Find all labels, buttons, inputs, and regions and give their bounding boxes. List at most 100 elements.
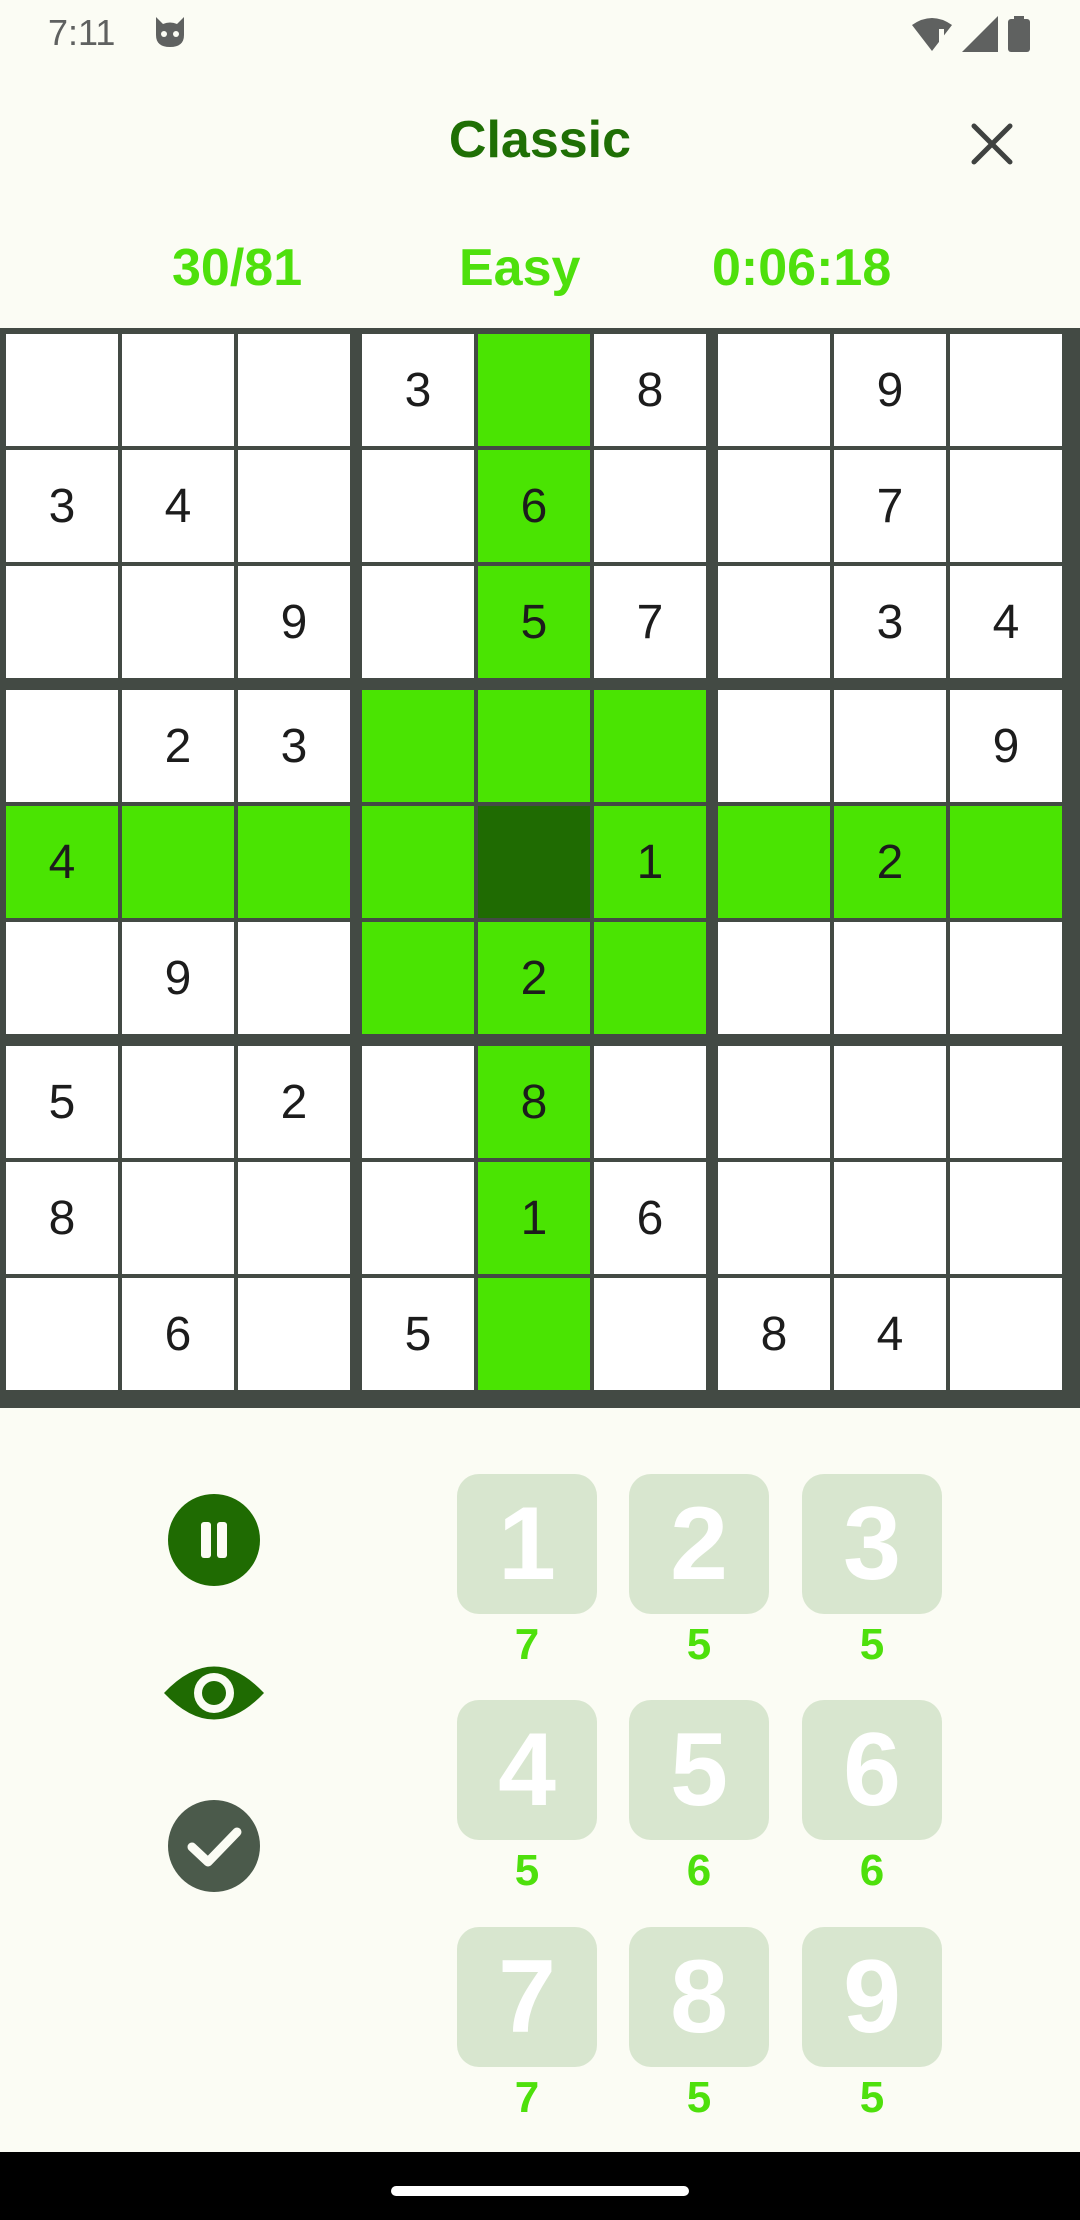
sudoku-cell[interactable]	[718, 1046, 830, 1158]
sudoku-cell[interactable]: 1	[478, 1162, 590, 1274]
sudoku-cell[interactable]	[594, 1278, 706, 1390]
sudoku-cell[interactable]	[122, 1046, 234, 1158]
sudoku-cell[interactable]	[478, 690, 590, 802]
sudoku-cell[interactable]	[834, 922, 946, 1034]
eye-icon[interactable]	[162, 1658, 266, 1728]
number-key-8[interactable]: 8	[629, 1927, 769, 2067]
sudoku-cell[interactable]: 3	[834, 566, 946, 678]
sudoku-cell[interactable]	[950, 450, 1062, 562]
sudoku-cell[interactable]	[238, 334, 350, 446]
number-key-4[interactable]: 4	[457, 1700, 597, 1840]
sudoku-cell[interactable]	[718, 690, 830, 802]
sudoku-cell[interactable]	[950, 806, 1062, 918]
sudoku-cell[interactable]: 3	[238, 690, 350, 802]
close-icon[interactable]	[958, 110, 1026, 178]
key-digit: 3	[843, 1485, 901, 1602]
sudoku-cell[interactable]: 4	[834, 1278, 946, 1390]
sudoku-cell[interactable]: 2	[238, 1046, 350, 1158]
sudoku-cell[interactable]	[718, 450, 830, 562]
sudoku-cell[interactable]: 7	[834, 450, 946, 562]
sudoku-cell[interactable]: 7	[594, 566, 706, 678]
sudoku-cell[interactable]: 9	[834, 334, 946, 446]
sudoku-cell[interactable]	[834, 1046, 946, 1158]
sudoku-cell[interactable]	[238, 922, 350, 1034]
sudoku-cell[interactable]	[238, 1278, 350, 1390]
home-handle[interactable]	[391, 2186, 689, 2196]
sudoku-cell[interactable]: 6	[122, 1278, 234, 1390]
sudoku-cell[interactable]	[362, 450, 474, 562]
sudoku-cell[interactable]	[478, 334, 590, 446]
sudoku-cell[interactable]	[238, 450, 350, 562]
sudoku-cell[interactable]	[594, 690, 706, 802]
sudoku-cell[interactable]	[950, 1278, 1062, 1390]
sudoku-cell[interactable]: 5	[362, 1278, 474, 1390]
sudoku-cell[interactable]	[362, 690, 474, 802]
sudoku-cell[interactable]	[362, 922, 474, 1034]
sudoku-cell[interactable]	[6, 922, 118, 1034]
sudoku-cell[interactable]: 1	[594, 806, 706, 918]
sudoku-cell[interactable]	[718, 566, 830, 678]
sudoku-cell[interactable]: 5	[478, 566, 590, 678]
sudoku-cell[interactable]: 5	[6, 1046, 118, 1158]
sudoku-cell[interactable]: 2	[834, 806, 946, 918]
sudoku-cell[interactable]	[122, 806, 234, 918]
sudoku-cell[interactable]	[362, 1162, 474, 1274]
sudoku-cell[interactable]	[834, 1162, 946, 1274]
sudoku-cell[interactable]	[950, 1162, 1062, 1274]
sudoku-cell[interactable]	[950, 1046, 1062, 1158]
sudoku-cell[interactable]: 4	[950, 566, 1062, 678]
sudoku-cell[interactable]	[6, 566, 118, 678]
sudoku-cell[interactable]: 3	[362, 334, 474, 446]
sudoku-cell[interactable]: 2	[122, 690, 234, 802]
sudoku-cell[interactable]	[362, 806, 474, 918]
sudoku-cell[interactable]: 4	[122, 450, 234, 562]
sudoku-cell[interactable]	[950, 334, 1062, 446]
sudoku-cell[interactable]	[478, 1278, 590, 1390]
number-key-3[interactable]: 3	[802, 1474, 942, 1614]
sudoku-cell[interactable]	[362, 566, 474, 678]
sudoku-cell[interactable]	[6, 690, 118, 802]
sudoku-cell[interactable]	[718, 334, 830, 446]
check-button[interactable]	[168, 1800, 260, 1892]
number-key-5[interactable]: 5	[629, 1700, 769, 1840]
sudoku-cell[interactable]	[478, 806, 590, 918]
sudoku-cell[interactable]: 9	[238, 566, 350, 678]
sudoku-cell[interactable]: 3	[6, 450, 118, 562]
sudoku-cell[interactable]	[834, 690, 946, 802]
sudoku-cell[interactable]: 2	[478, 922, 590, 1034]
sudoku-cell[interactable]	[950, 922, 1062, 1034]
sudoku-cell[interactable]: 8	[594, 334, 706, 446]
sudoku-cell[interactable]	[718, 1162, 830, 1274]
number-key-1[interactable]: 1	[457, 1474, 597, 1614]
sudoku-cell[interactable]	[122, 566, 234, 678]
sudoku-cell[interactable]: 8	[718, 1278, 830, 1390]
sudoku-cell[interactable]	[238, 1162, 350, 1274]
number-key-6[interactable]: 6	[802, 1700, 942, 1840]
number-key-2[interactable]: 2	[629, 1474, 769, 1614]
sudoku-cell[interactable]: 9	[950, 690, 1062, 802]
sudoku-cell[interactable]: 6	[594, 1162, 706, 1274]
sudoku-cell[interactable]	[594, 922, 706, 1034]
sudoku-cell[interactable]	[594, 1046, 706, 1158]
sudoku-cell[interactable]: 4	[6, 806, 118, 918]
remaining-count: 7	[514, 1620, 540, 1669]
sudoku-cell[interactable]	[6, 334, 118, 446]
sudoku-cell[interactable]: 8	[478, 1046, 590, 1158]
remaining-count: 7	[514, 2073, 540, 2122]
sudoku-cell[interactable]: 9	[122, 922, 234, 1034]
sudoku-cell[interactable]	[238, 806, 350, 918]
sudoku-cell[interactable]: 6	[478, 450, 590, 562]
sudoku-cell[interactable]: 8	[6, 1162, 118, 1274]
remaining-count: 6	[859, 1846, 885, 1895]
pause-button[interactable]	[168, 1494, 260, 1586]
navigation-bar	[0, 2152, 1080, 2220]
sudoku-cell[interactable]	[122, 1162, 234, 1274]
sudoku-cell[interactable]	[122, 334, 234, 446]
sudoku-cell[interactable]	[718, 922, 830, 1034]
sudoku-cell[interactable]	[594, 450, 706, 562]
sudoku-cell[interactable]	[718, 806, 830, 918]
sudoku-cell[interactable]	[362, 1046, 474, 1158]
number-key-9[interactable]: 9	[802, 1927, 942, 2067]
sudoku-cell[interactable]	[6, 1278, 118, 1390]
number-key-7[interactable]: 7	[457, 1927, 597, 2067]
